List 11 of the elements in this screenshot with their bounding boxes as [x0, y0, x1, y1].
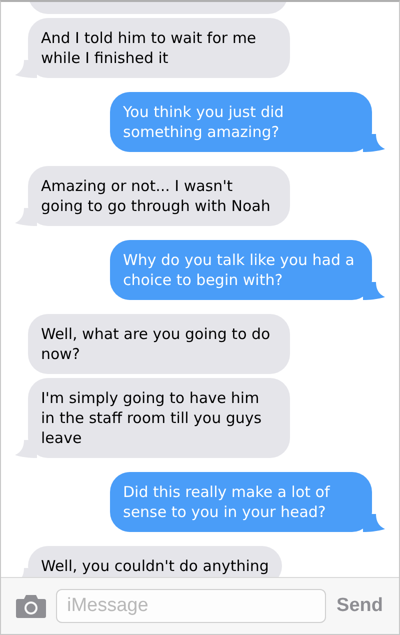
send-button[interactable]: Send: [334, 592, 385, 620]
message-text: You think you just did something amazing?: [123, 103, 284, 141]
message-text: I'm simply going to have him in the staff room till you guys leave: [41, 389, 262, 447]
camera-icon[interactable]: [15, 594, 47, 618]
message-text: Why do you talk like you had a choice to begin with?: [123, 251, 354, 289]
message-text: And I told him to wait for me while I finished it: [41, 29, 256, 67]
message-text: Well, you couldn't do anything: [41, 557, 269, 575]
message-text: Amazing or not... I wasn't going to go through with Noah: [41, 177, 270, 215]
message-field[interactable]: iMessage: [56, 589, 326, 623]
message-text: Did this really make a lot of sense to you in your head?: [123, 483, 330, 521]
message-text: Well, what are you going to do now?: [41, 325, 270, 363]
